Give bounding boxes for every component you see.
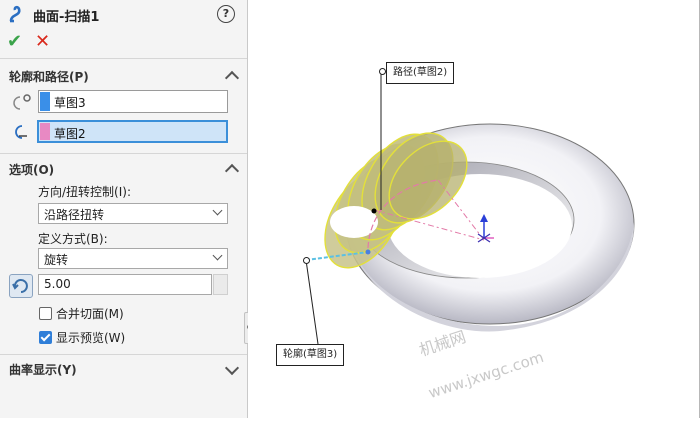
orientation-value: 沿路径扭转 [44, 208, 105, 222]
orientation-dropdown[interactable]: 沿路径扭转 [38, 203, 228, 224]
path-callout-dot [379, 68, 386, 75]
profile-callout-dot [303, 257, 310, 264]
profile-callout[interactable]: 轮廓(草图3) [276, 344, 345, 366]
help-icon[interactable]: ? [217, 5, 235, 23]
chevron-down-icon [212, 250, 223, 261]
collapse-chevron-icon[interactable] [224, 70, 240, 86]
twist-angle-value: 5.00 [44, 277, 71, 291]
sweep-surface-icon [9, 5, 21, 23]
collapse-chevron-icon[interactable] [224, 163, 240, 179]
preview-checkbox[interactable] [39, 331, 52, 344]
path-icon [15, 125, 27, 139]
define-dropdown[interactable]: 旋转 [38, 248, 228, 269]
twist-spinner[interactable] [213, 274, 228, 295]
divider [0, 153, 247, 154]
cancel-x-icon[interactable]: ✕ [35, 31, 50, 52]
preview-label: 显示预览(W) [56, 331, 126, 345]
profile-leader-line [305, 259, 319, 345]
options-header[interactable]: 选项(O) [9, 161, 54, 178]
profile-color-swatch [40, 92, 50, 111]
define-label: 定义方式(B): [38, 232, 108, 246]
divider [0, 58, 247, 59]
path-callout[interactable]: 路径(草图2) [386, 62, 455, 84]
curvature-header[interactable]: 曲率显示(Y) [9, 361, 77, 378]
profile-sketch-value: 草图3 [54, 96, 86, 110]
profile-path-header[interactable]: 轮廓和路径(P) [9, 68, 89, 85]
expand-chevron-icon[interactable] [224, 360, 240, 376]
graphics-viewport[interactable]: 路径(草图2) 轮廓(草图3) 机械网 www.jxwgc.com [248, 0, 699, 418]
rotate-direction-icon[interactable] [9, 274, 33, 298]
define-value: 旋转 [44, 253, 69, 267]
profile-selection-box[interactable]: 草图3 [38, 90, 228, 113]
ok-check-icon[interactable]: ✔ [7, 31, 22, 52]
merge-label: 合并切面(M) [56, 307, 124, 321]
feature-title: 曲面-扫描1 [33, 10, 100, 25]
profile-icon [13, 94, 31, 110]
twist-angle-input[interactable]: 5.00 [38, 274, 212, 295]
title-bar: 曲面-扫描1 ? [0, 0, 247, 28]
path-sketch-value: 草图2 [54, 127, 86, 141]
divider [0, 354, 247, 355]
orientation-label: 方向/扭转控制(I): [38, 185, 131, 199]
merge-checkbox[interactable] [39, 307, 52, 320]
chevron-down-icon [212, 205, 223, 216]
path-selection-box[interactable]: 草图2 [37, 120, 228, 143]
property-manager: 曲面-扫描1 ? ✔ ✕ 轮廓和路径(P) 草图3 草图2 选项(O) 方向/扭… [0, 0, 248, 418]
path-color-swatch [40, 123, 50, 140]
